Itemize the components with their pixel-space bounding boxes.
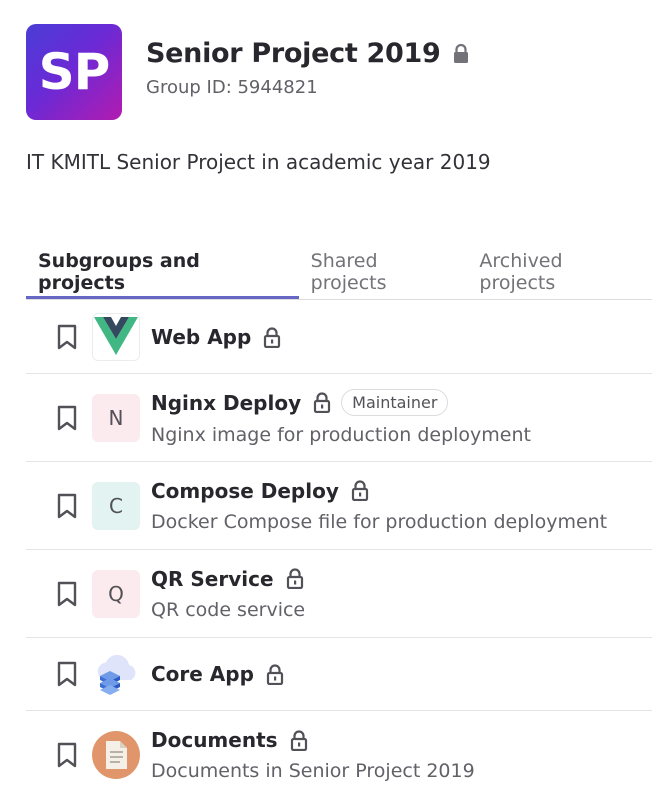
lock-icon <box>286 568 303 589</box>
project-title-row: QR Service <box>151 567 305 591</box>
document-icon <box>92 731 140 779</box>
project-name[interactable]: QR Service <box>151 567 274 591</box>
group-title-block: Senior Project 2019 Group ID: 5944821 <box>146 24 470 98</box>
list-item[interactable]: Q QR Service QR code service <box>26 550 652 638</box>
project-description: QR code service <box>151 598 306 621</box>
group-description: IT KMITL Senior Project in academic year… <box>26 150 491 174</box>
lock-icon <box>314 392 331 413</box>
bookmark-icon[interactable] <box>56 581 78 607</box>
project-name[interactable]: Core App <box>151 662 254 686</box>
private-lock-icon <box>454 43 469 63</box>
lock-icon <box>290 729 307 751</box>
project-avatar: C <box>92 481 140 530</box>
group-name: Senior Project 2019 <box>146 38 441 69</box>
project-title-row: Nginx Deploy Maintainer <box>151 389 531 416</box>
project-name[interactable]: Web App <box>151 325 251 349</box>
project-info: Web App <box>151 325 281 349</box>
list-item[interactable]: Documents Documents in Senior Project 20… <box>26 711 652 799</box>
project-list: Web App N Nginx Deploy Maintainer Nginx … <box>26 301 652 799</box>
tab-shared-projects[interactable]: Shared projects <box>299 240 468 299</box>
project-avatar: Q <box>92 569 140 618</box>
tab-archived-projects[interactable]: Archived projects <box>467 240 652 299</box>
project-title-row: Web App <box>151 325 281 349</box>
bookmark-icon[interactable] <box>56 661 78 687</box>
bookmark-icon[interactable] <box>56 405 78 431</box>
group-header: SP Senior Project 2019 Group ID: 5944821 <box>26 24 470 120</box>
project-title-row: Core App <box>151 662 284 686</box>
list-item[interactable]: Core App <box>26 638 652 711</box>
cloud-server-icon <box>92 650 140 698</box>
list-item[interactable]: Web App <box>26 301 652 374</box>
bookmark-icon[interactable] <box>56 324 78 350</box>
role-badge: Maintainer <box>341 389 449 416</box>
project-info: Nginx Deploy Maintainer Nginx image for … <box>151 389 531 446</box>
project-title-row: Compose Deploy <box>151 479 607 503</box>
project-info: QR Service QR code service <box>151 567 305 621</box>
project-title-row: Documents <box>151 728 475 752</box>
group-id: Group ID: 5944821 <box>146 77 318 98</box>
project-name[interactable]: Nginx Deploy <box>151 391 301 415</box>
group-avatar: SP <box>26 24 122 120</box>
lock-icon <box>266 663 284 685</box>
project-info: Compose Deploy Docker Compose file for p… <box>151 479 607 533</box>
project-description: Documents in Senior Project 2019 <box>151 760 475 782</box>
project-name[interactable]: Compose Deploy <box>151 479 339 503</box>
bookmark-icon[interactable] <box>56 493 78 519</box>
project-avatar: N <box>92 393 140 442</box>
project-name[interactable]: Documents <box>151 728 278 752</box>
lock-icon <box>264 326 281 348</box>
bookmark-icon[interactable] <box>56 742 78 768</box>
project-info: Documents Documents in Senior Project 20… <box>151 728 475 782</box>
tab-subgroups-and-projects[interactable]: Subgroups and projects <box>26 240 299 299</box>
project-description: Nginx image for production deployment <box>151 424 531 446</box>
list-item[interactable]: C Compose Deploy Docker Compose file for… <box>26 462 652 550</box>
group-tabs: Subgroups and projects Shared projects A… <box>26 240 652 300</box>
vue-logo-icon <box>92 313 140 361</box>
list-item[interactable]: N Nginx Deploy Maintainer Nginx image fo… <box>26 374 652 462</box>
lock-icon <box>351 480 368 501</box>
group-title-row: Senior Project 2019 <box>146 38 470 69</box>
project-info: Core App <box>151 662 284 686</box>
project-description: Docker Compose file for production deplo… <box>151 510 608 533</box>
